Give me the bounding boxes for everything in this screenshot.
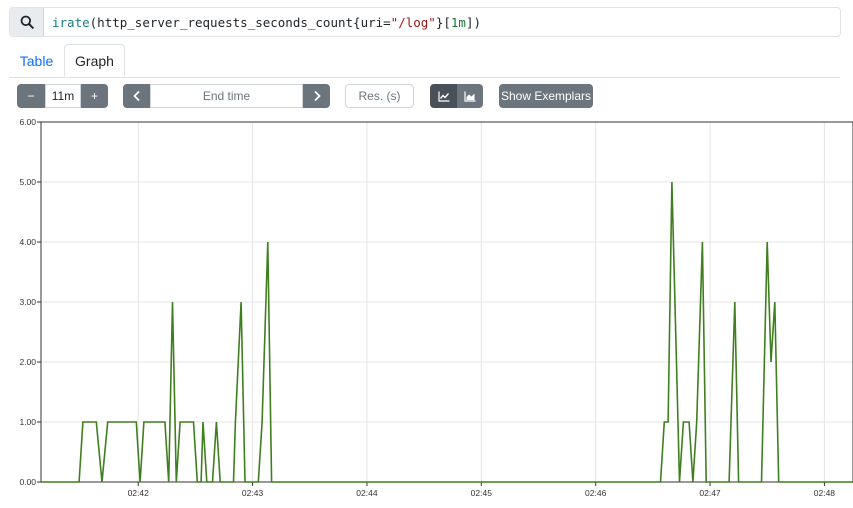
area-chart-icon	[464, 91, 476, 102]
y-tick-label: 0.00	[19, 477, 36, 487]
time-series-graph[interactable]: 0.001.002.003.004.005.006.00 02:42 02:43 0…	[0, 112, 853, 508]
search-icon	[20, 15, 34, 29]
resolution-input[interactable]: Res. (s)	[345, 84, 414, 108]
query-token: ])	[465, 14, 482, 30]
y-axis-ticks: 0.00 1.00 2.00 3.00 4.00 5.00 6.00	[19, 117, 41, 487]
query-token: "/log"	[390, 14, 436, 30]
line-chart-button[interactable]	[430, 84, 457, 108]
x-tick-label: 02:47	[699, 488, 721, 498]
y-tick-label: 2.00	[19, 357, 36, 367]
query-token: }[	[435, 14, 451, 30]
line-chart-icon	[437, 91, 449, 102]
increase-range-button[interactable]: +	[81, 84, 108, 108]
x-tick-label: 02:44	[356, 488, 378, 498]
series-line	[41, 181, 853, 483]
chevron-left-icon	[132, 90, 140, 102]
expression-input[interactable]: irate (http_server_requests_seconds_count…	[44, 8, 481, 36]
x-tick-label: 02:46	[585, 488, 607, 498]
show-exemplars-button[interactable]: Show Exemplars	[499, 84, 593, 108]
series-layer	[41, 181, 853, 483]
query-token: 1m	[450, 14, 466, 30]
range-input[interactable]: 11m	[45, 84, 81, 108]
x-axis-ticks: 02:42 02:43 02:44 02:45 02:46 02:47 02:48	[128, 482, 836, 498]
chevron-right-icon	[313, 90, 321, 102]
execute-search-button[interactable]	[10, 8, 44, 36]
tab-table[interactable]: Table	[9, 44, 64, 77]
tab-graph[interactable]: Graph	[64, 44, 125, 77]
query-token: irate	[52, 14, 90, 30]
end-time-input[interactable]: End time	[150, 84, 303, 108]
y-tick-label: 4.00	[19, 237, 36, 247]
x-tick-label: 02:45	[471, 488, 493, 498]
previous-time-button[interactable]	[123, 84, 150, 108]
decrease-range-button[interactable]: −	[17, 84, 45, 108]
y-tick-label: 3.00	[19, 297, 36, 307]
query-token: (http_server_requests_seconds_count{uri=	[89, 14, 391, 30]
y-tick-label: 5.00	[19, 177, 36, 187]
y-tick-label: 1.00	[19, 417, 36, 427]
query-bar: irate (http_server_requests_seconds_count…	[9, 7, 841, 37]
stacked-chart-button[interactable]	[457, 84, 483, 108]
x-tick-label: 02:48	[814, 488, 836, 498]
next-time-button[interactable]	[303, 84, 330, 108]
panel-tabs: Table Graph	[9, 44, 840, 78]
x-tick-label: 02:43	[242, 488, 264, 498]
y-tick-label: 6.00	[19, 117, 36, 127]
x-tick-label: 02:42	[128, 488, 150, 498]
